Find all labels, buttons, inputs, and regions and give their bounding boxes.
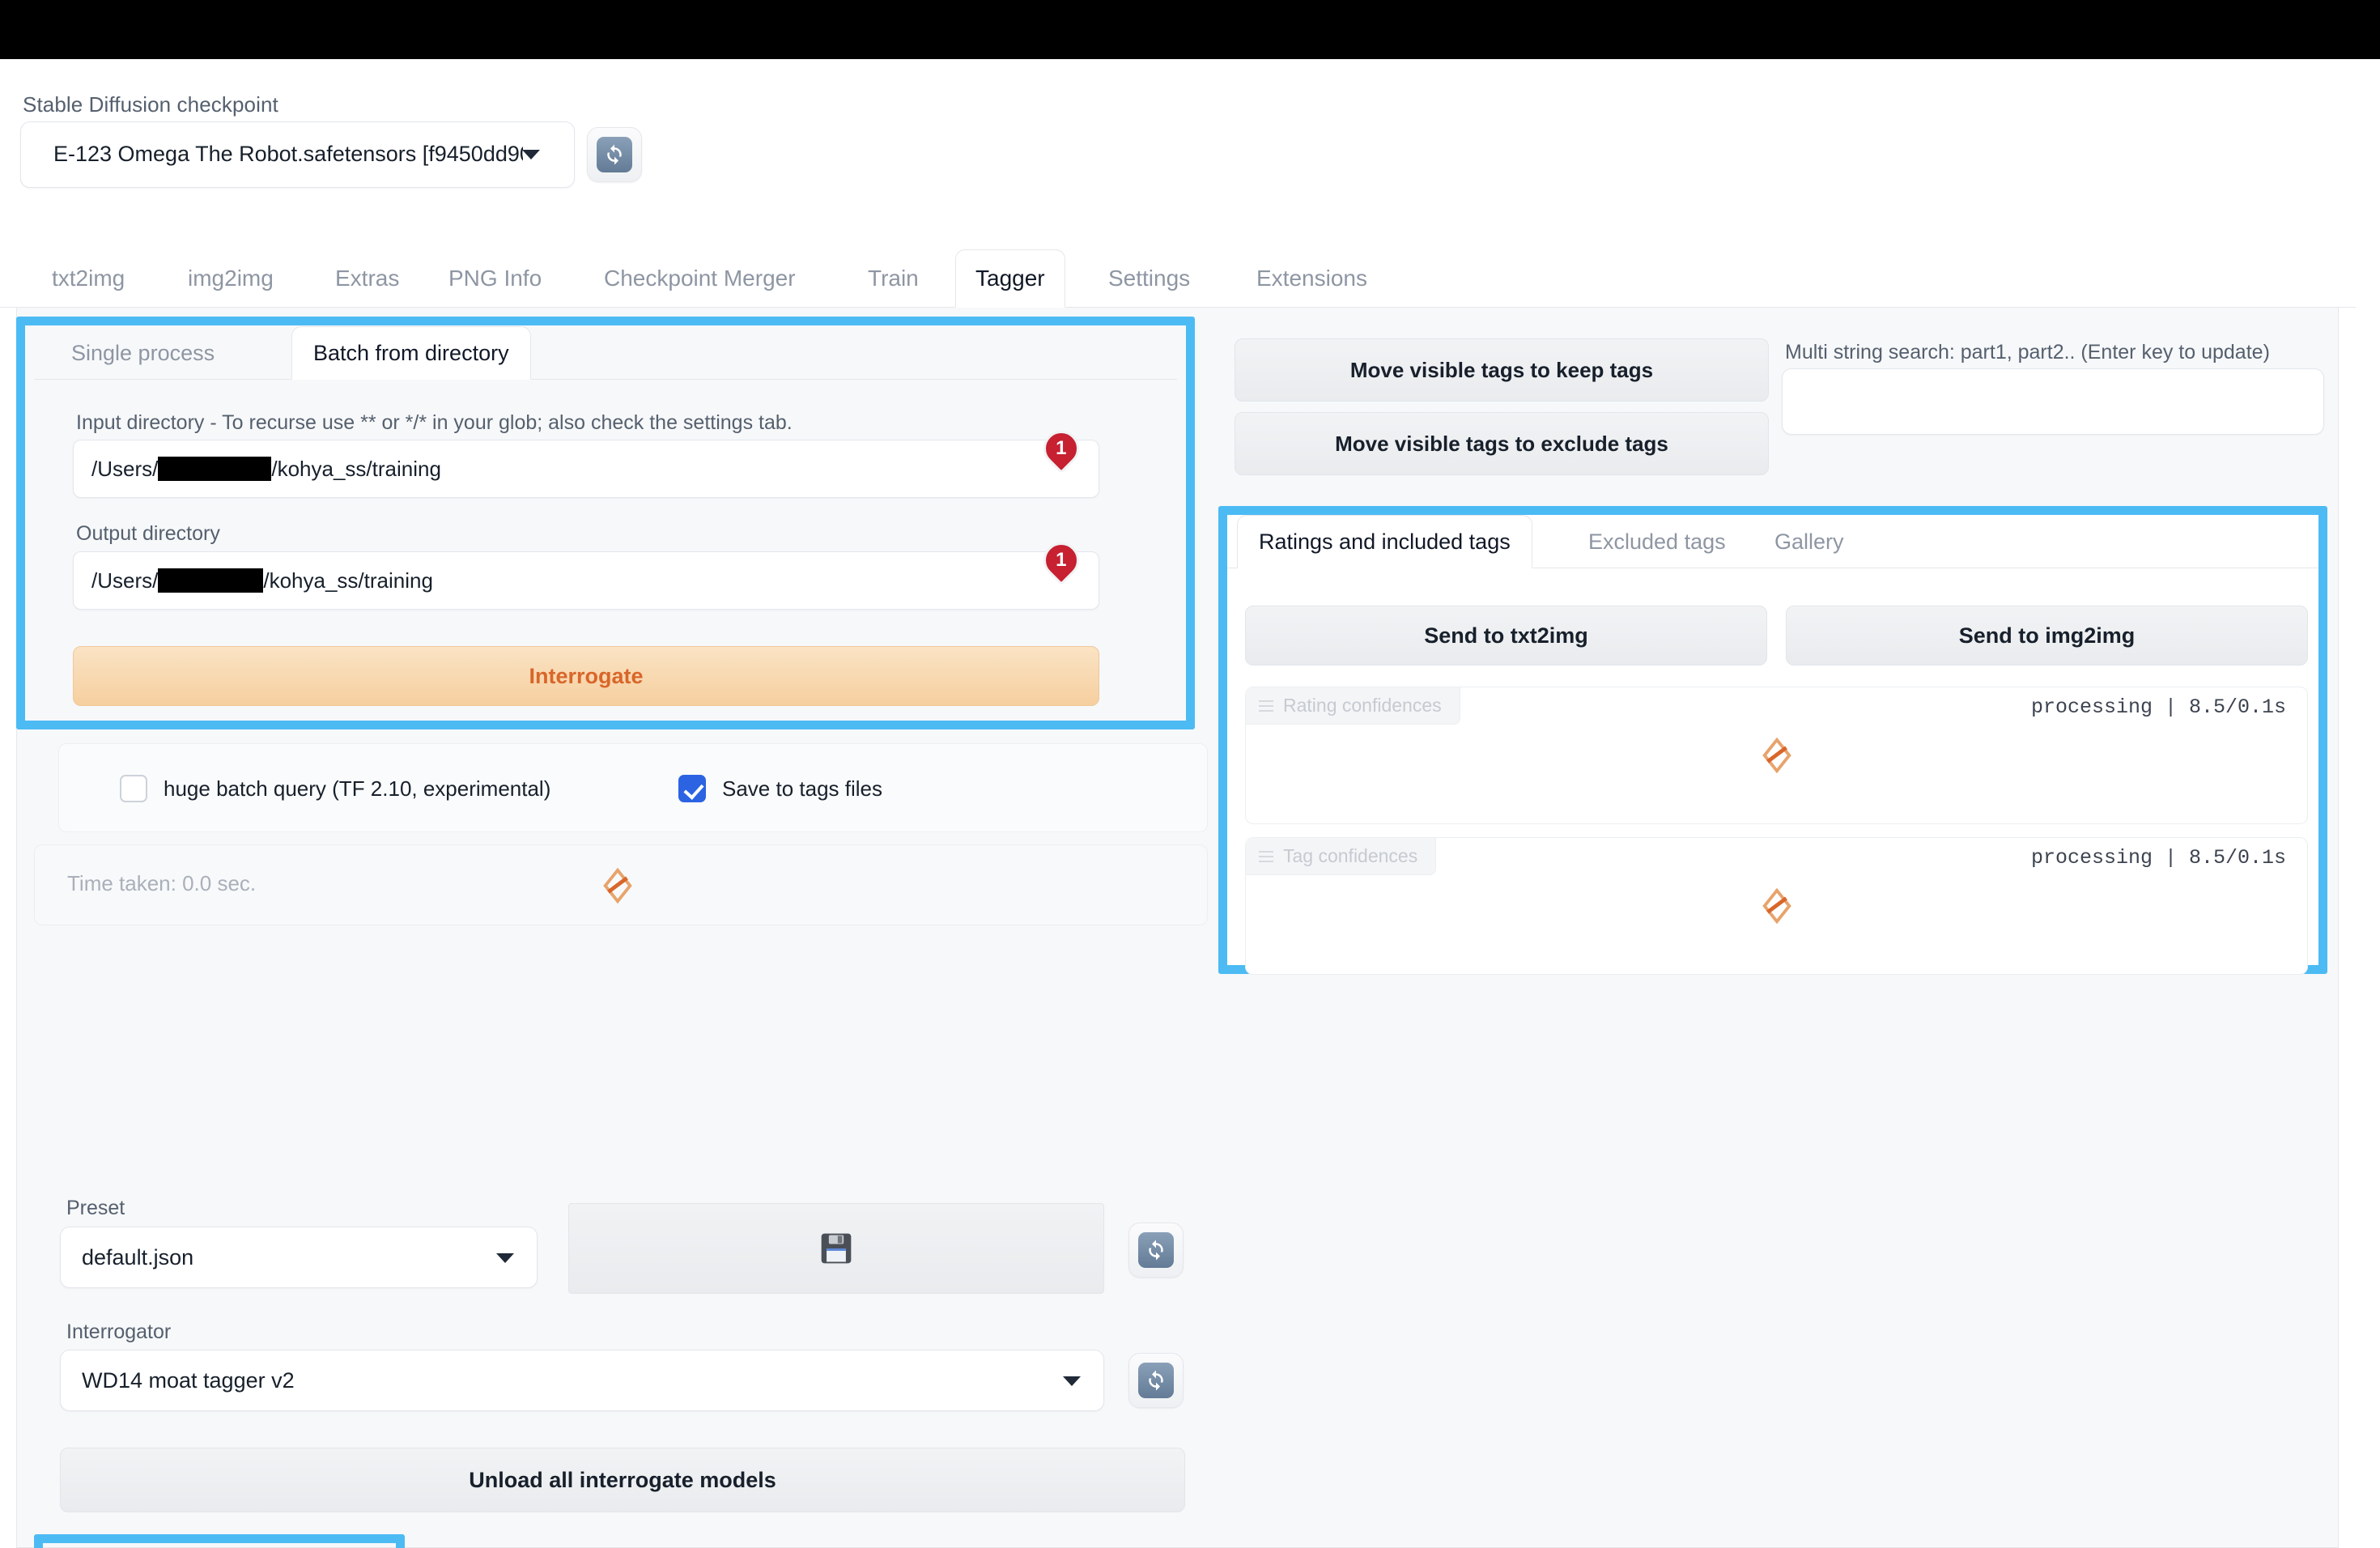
tab-extras[interactable]: Extras [316,249,419,308]
tab-excluded-tags[interactable]: Excluded tags [1567,515,1747,568]
tab-checkpoint-merger[interactable]: Checkpoint Merger [584,249,815,308]
list-icon [1259,697,1273,715]
rating-confidences-box: Rating confidences processing | 8.5/0.1s [1245,687,2308,824]
multi-string-search-label: Multi string search: part1, part2.. (Ent… [1785,341,2270,364]
refresh-icon [1138,1232,1174,1268]
app-page: Stable Diffusion checkpoint E-123 Omega … [0,59,2356,1548]
checkpoint-value: E-123 Omega The Robot.safetensors [f9450… [53,142,523,166]
huge-batch-query-label: huge batch query (TF 2.10, experimental) [164,776,551,801]
refresh-checkpoints-button[interactable] [587,127,642,182]
save-preset-button[interactable] [568,1203,1104,1294]
rating-confidences-title-tag: Rating confidences [1246,687,1460,725]
refresh-icon [1138,1363,1174,1398]
move-visible-tags-to-keep-button[interactable]: Move visible tags to keep tags [1235,338,1769,402]
chevron-down-icon [1063,1376,1081,1386]
tab-settings[interactable]: Settings [1089,249,1209,308]
highlight-box-additional-tags [34,1534,405,1548]
preset-label: Preset [66,1197,125,1219]
refresh-preset-button[interactable] [1128,1223,1184,1278]
rating-confidences-status: processing | 8.5/0.1s [2030,695,2286,719]
refresh-icon [597,137,632,172]
tag-confidences-status: processing | 8.5/0.1s [2030,846,2286,870]
tag-confidences-title: Tag confidences [1283,845,1418,866]
loading-spinner-icon [1762,737,1791,774]
subtab-batch-from-directory[interactable]: Batch from directory [291,326,531,380]
huge-batch-query-row[interactable]: huge batch query (TF 2.10, experimental) [120,775,550,802]
send-to-txt2img-button[interactable]: Send to txt2img [1245,606,1767,666]
floppy-disk-save-icon [821,1233,852,1264]
refresh-interrogator-button[interactable] [1128,1353,1184,1408]
multi-string-search-input[interactable] [1782,368,2324,435]
rating-confidences-title: Rating confidences [1283,695,1442,716]
save-to-tags-files-row[interactable]: Save to tags files [678,775,882,802]
preset-value: default.json [82,1244,194,1269]
interrogator-label: Interrogator [66,1320,172,1343]
send-to-img2img-button[interactable]: Send to img2img [1786,606,2308,666]
checkpoint-select[interactable]: E-123 Omega The Robot.safetensors [f9450… [20,121,575,188]
time-taken-label: Time taken: 0.0 sec. [67,871,257,895]
list-icon [1259,848,1273,865]
results-tab-bar: Ratings and included tags Excluded tags … [1227,515,2318,568]
results-panel: Ratings and included tags Excluded tags … [1227,515,2318,975]
loading-spinner-icon [1762,887,1791,925]
save-to-tags-files-checkbox[interactable] [678,775,706,802]
time-taken-card: Time taken: 0.0 sec. [34,844,1208,925]
tab-train[interactable]: Train [848,249,938,308]
top-black-bar [0,0,2380,59]
huge-batch-query-checkbox[interactable] [120,775,147,802]
interrogator-value: WD14 moat tagger v2 [82,1367,295,1393]
batch-options-card: huge batch query (TF 2.10, experimental)… [58,743,1208,832]
tab-png-info[interactable]: PNG Info [429,249,561,308]
chevron-down-icon [522,150,540,159]
preset-select[interactable]: default.json [60,1227,538,1288]
tag-confidences-box: Tag confidences processing | 8.5/0.1s [1245,837,2308,975]
tab-ratings-and-included-tags[interactable]: Ratings and included tags [1237,515,1532,568]
highlight-box-batch [16,317,1195,729]
tab-gallery[interactable]: Gallery [1753,515,1865,568]
tag-confidences-title-tag: Tag confidences [1246,838,1437,875]
save-to-tags-files-label: Save to tags files [722,776,882,801]
unload-all-interrogate-models-button[interactable]: Unload all interrogate models [60,1448,1185,1512]
tab-extensions[interactable]: Extensions [1237,249,1387,308]
checkpoint-label: Stable Diffusion checkpoint [23,92,278,117]
loading-spinner-icon [603,867,632,904]
interrogator-select[interactable]: WD14 moat tagger v2 [60,1350,1104,1411]
move-visible-tags-to-exclude-button[interactable]: Move visible tags to exclude tags [1235,412,1769,475]
tab-img2img[interactable]: img2img [168,249,293,308]
tab-txt2img[interactable]: txt2img [32,249,144,308]
app-root: Stable Diffusion checkpoint E-123 Omega … [0,0,2380,1548]
main-tab-bar: txt2img img2img Extras PNG Info Checkpoi… [0,249,2356,308]
tab-tagger[interactable]: Tagger [955,249,1065,308]
chevron-down-icon [496,1253,514,1263]
